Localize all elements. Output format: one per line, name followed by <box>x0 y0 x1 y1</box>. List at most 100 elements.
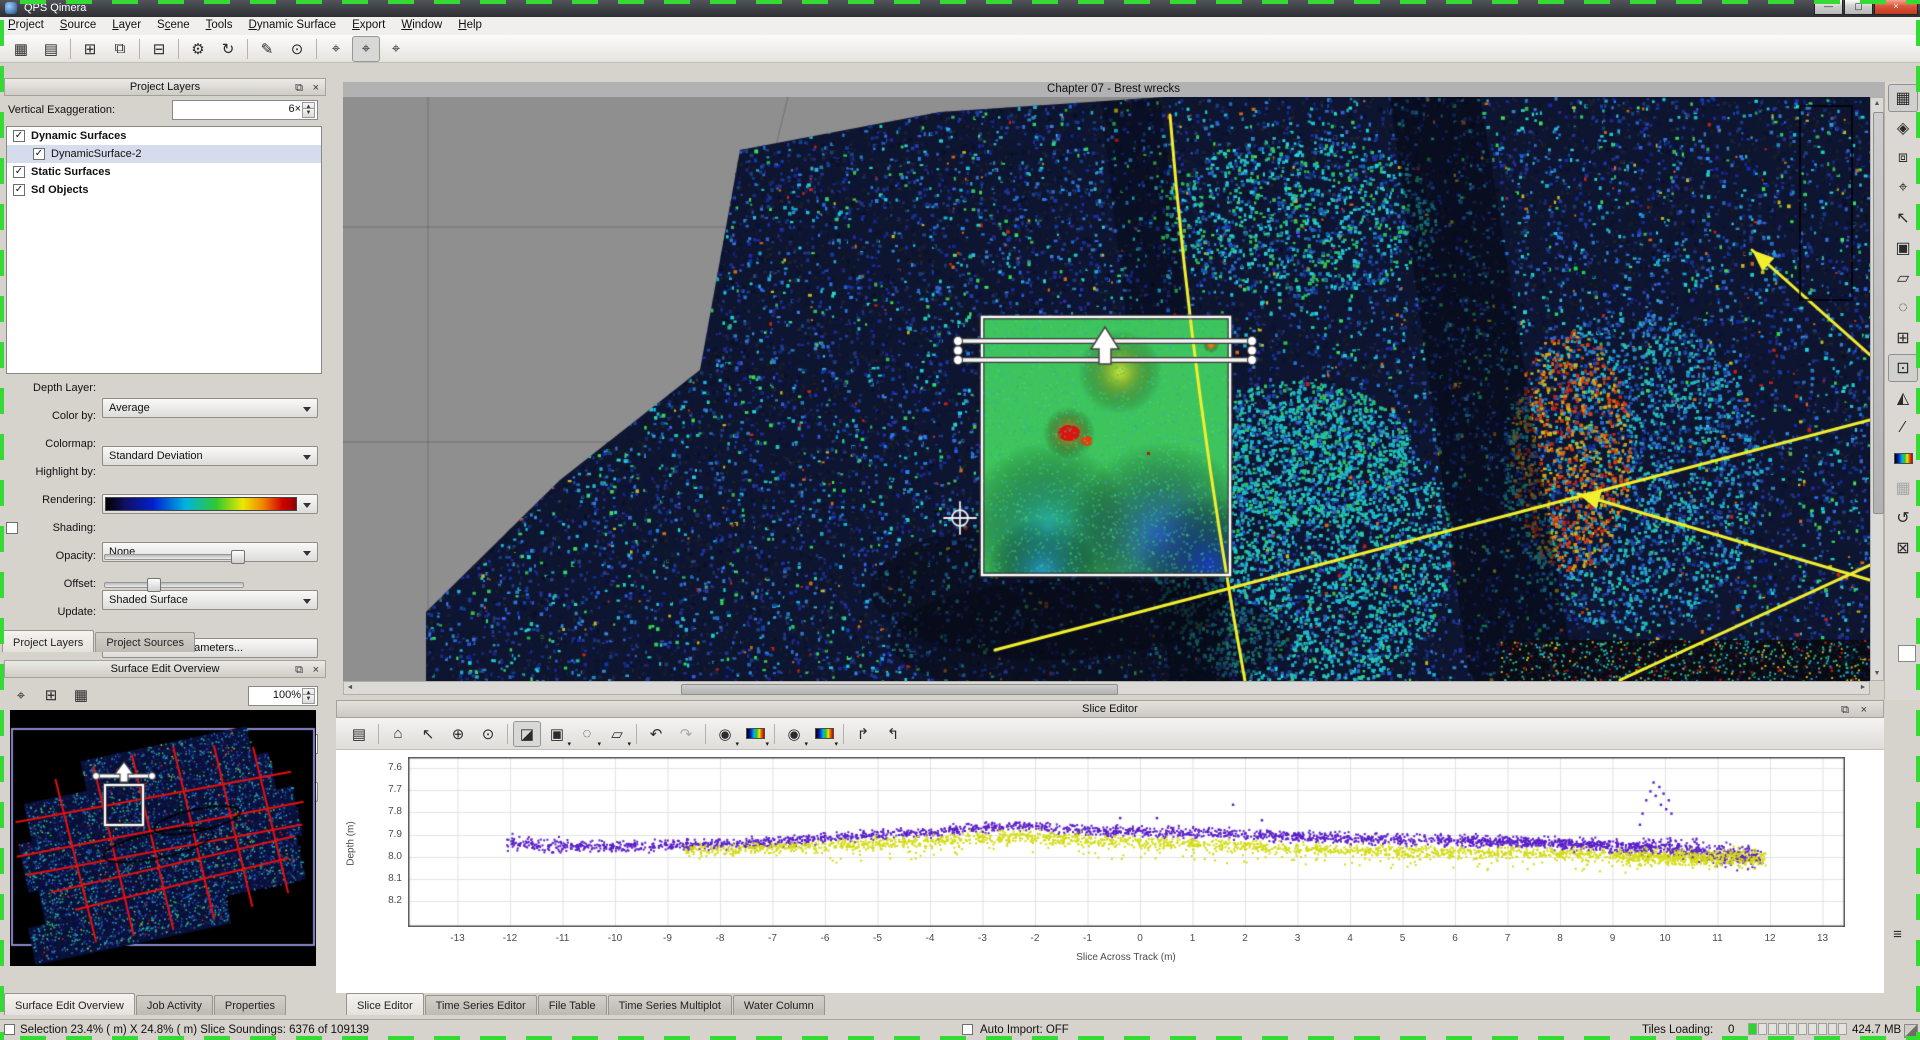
grid-view-icon[interactable]: ▦ <box>1888 84 1918 112</box>
reprocess-icon[interactable]: ↻ <box>214 36 242 62</box>
home-view-icon[interactable]: ⌂ <box>384 721 412 747</box>
zoom-in-icon[interactable]: ⊕ <box>444 721 472 747</box>
menu-layer[interactable]: Layer <box>104 17 149 35</box>
slice-scatter-canvas[interactable] <box>408 757 1845 927</box>
save-slice-icon[interactable]: ▤ <box>345 721 373 747</box>
add-raw-files-icon[interactable]: ⊞ <box>76 36 104 62</box>
patch-tool-icon[interactable]: ⌖ <box>382 36 410 62</box>
dropdown-arrow-icon[interactable]: ▾ <box>804 740 808 748</box>
processing-settings-icon[interactable]: ⚙ <box>184 36 212 62</box>
scroll-right-icon[interactable]: ► <box>1857 682 1869 694</box>
layer-checkbox[interactable]: ✓ <box>13 184 25 196</box>
bounds-3d-icon[interactable]: ⊠ <box>1888 534 1918 562</box>
spin-down-icon[interactable]: ▼ <box>302 108 315 118</box>
shading-checkbox[interactable] <box>6 522 18 534</box>
tab-water-column[interactable]: Water Column <box>733 995 825 1015</box>
close-panel-icon[interactable]: × <box>1861 702 1867 719</box>
undo-icon[interactable]: ↶ <box>642 721 670 747</box>
select-lasso-icon[interactable]: ◌ <box>1888 294 1918 322</box>
surface-layers-icon[interactable]: ◈ <box>1888 114 1918 142</box>
menu-window[interactable]: Window <box>393 17 450 35</box>
dropdown-arrow-icon[interactable]: ▾ <box>627 740 631 748</box>
close-panel-icon[interactable]: × <box>313 80 319 97</box>
split-view-icon[interactable]: ⊞ <box>37 682 65 708</box>
tab-properties[interactable]: Properties <box>214 995 286 1015</box>
layer-checkbox[interactable]: ✓ <box>33 148 45 160</box>
panel-menu-icon[interactable]: ≡ <box>1883 921 1911 947</box>
accept-soundings-icon[interactable]: ◉▾ <box>711 721 739 747</box>
rendering-select[interactable]: Shaded Surface <box>102 590 318 610</box>
menu-dynamic-surface[interactable]: Dynamic Surface <box>241 17 345 35</box>
zoom-window-icon[interactable]: ⧈ <box>1888 144 1918 172</box>
slice-editor-tool-icon[interactable]: ⊡ <box>1888 354 1918 382</box>
ruler-icon[interactable]: ∕ <box>1888 414 1918 442</box>
depth-layer-select[interactable]: Average <box>102 398 318 418</box>
auto-import-checkbox[interactable] <box>962 1024 973 1035</box>
zoom-extents-icon[interactable]: ⌖ <box>7 682 35 708</box>
tab-slice-editor[interactable]: Slice Editor <box>346 993 424 1015</box>
offset-slider-thumb[interactable] <box>147 578 161 592</box>
next-slice-icon[interactable]: ↱ <box>849 721 877 747</box>
tab-surface-edit-overview[interactable]: Surface Edit Overview <box>4 993 135 1015</box>
scroll-up-icon[interactable]: ▲ <box>1871 98 1883 110</box>
mesh-3d-icon[interactable]: ▦ <box>1888 474 1918 502</box>
tab-time-series-multiplot[interactable]: Time Series Multiplot <box>608 995 732 1015</box>
spin-down-icon[interactable]: ▼ <box>302 694 315 704</box>
plumb-survey-icon[interactable]: ⌖ <box>322 36 350 62</box>
vertical-exaggeration-input[interactable]: 6× ▲ ▼ <box>172 100 318 120</box>
tab-job-activity[interactable]: Job Activity <box>136 995 213 1015</box>
redo-icon[interactable]: ↷ <box>672 721 700 747</box>
dropdown-arrow-icon[interactable]: ▾ <box>834 740 838 748</box>
create-project-icon[interactable]: ▦ <box>7 36 35 62</box>
import-file-icon[interactable]: ⊟ <box>145 36 173 62</box>
opacity-slider-thumb[interactable] <box>231 550 245 564</box>
rotate-view-icon[interactable]: ↺ <box>1888 504 1918 532</box>
float-panel-icon[interactable]: ⧉ <box>295 80 303 97</box>
reject-soundings-icon[interactable]: ◉▾ <box>780 721 808 747</box>
dropdown-arrow-icon[interactable]: ▾ <box>597 740 601 748</box>
pointer-icon[interactable]: ↖ <box>414 721 442 747</box>
menu-help[interactable]: Help <box>450 17 490 35</box>
tree-item-sd-objects[interactable]: ✓Sd Objects <box>7 181 321 199</box>
menu-scene[interactable]: Scene <box>149 17 198 35</box>
scroll-left-icon[interactable]: ◄ <box>344 682 356 694</box>
tab-time-series-editor[interactable]: Time Series Editor <box>425 995 537 1015</box>
surface-edit-overview-canvas[interactable] <box>10 710 316 966</box>
opacity-slider-value[interactable]: 100%▲▼ <box>248 686 318 706</box>
status-checkbox[interactable] <box>4 1024 15 1035</box>
color-accepted-icon[interactable]: ▾ <box>741 721 769 747</box>
offset-slider-track[interactable] <box>104 582 244 588</box>
float-panel-icon[interactable]: ⧉ <box>1841 702 1849 719</box>
slice-edit-mode-icon[interactable]: ⌖ <box>352 36 380 62</box>
rect-select-icon[interactable]: ▣▾ <box>543 721 571 747</box>
slice-position-marker[interactable] <box>958 330 1253 370</box>
prev-slice-icon[interactable]: ↰ <box>879 721 907 747</box>
scroll-down-icon[interactable]: ▼ <box>1871 668 1883 680</box>
tab-project-sources[interactable]: Project Sources <box>95 632 195 652</box>
profile-plot-icon[interactable]: ◭ <box>1888 384 1918 412</box>
lasso-select-icon[interactable]: ◌▾ <box>573 721 601 747</box>
menu-project[interactable]: Project <box>0 17 52 35</box>
lock-tool-icon[interactable]: ⊙ <box>283 36 311 62</box>
map-horizontal-scrollbar[interactable]: ◄ ► <box>343 681 1870 695</box>
menu-tools[interactable]: Tools <box>198 17 241 35</box>
zoom-extents-icon[interactable]: ⌖ <box>1888 174 1918 202</box>
layer-checkbox[interactable]: ✓ <box>13 130 25 142</box>
map-vertical-scrollbar[interactable]: ▲ ▼ <box>1870 97 1884 681</box>
dropdown-arrow-icon[interactable]: ▾ <box>765 740 769 748</box>
float-panel-icon[interactable]: ⧉ <box>295 662 303 679</box>
dropdown-arrow-icon[interactable]: ▾ <box>567 740 571 748</box>
svp-editor-icon[interactable]: ✎ <box>253 36 281 62</box>
color-rejected-icon[interactable]: ▾ <box>810 721 838 747</box>
scrollbar-thumb[interactable] <box>681 684 1118 695</box>
polygon-select-icon[interactable]: ▱▾ <box>603 721 631 747</box>
colormap-tool-icon[interactable] <box>1888 444 1918 472</box>
tree-item-dynamicsurface-2[interactable]: ✓DynamicSurface-2 <box>7 145 321 163</box>
layer-checkbox[interactable]: ✓ <box>13 166 25 178</box>
opacity-slider-track[interactable] <box>104 554 244 560</box>
menu-source[interactable]: Source <box>52 17 104 35</box>
add-processed-files-icon[interactable]: ⧉ <box>106 36 134 62</box>
tree-item-static-surfaces[interactable]: ✓Static Surfaces <box>7 163 321 181</box>
color-by-select[interactable]: Standard Deviation <box>102 446 318 466</box>
select-rectangle-icon[interactable]: ▣ <box>1888 234 1918 262</box>
